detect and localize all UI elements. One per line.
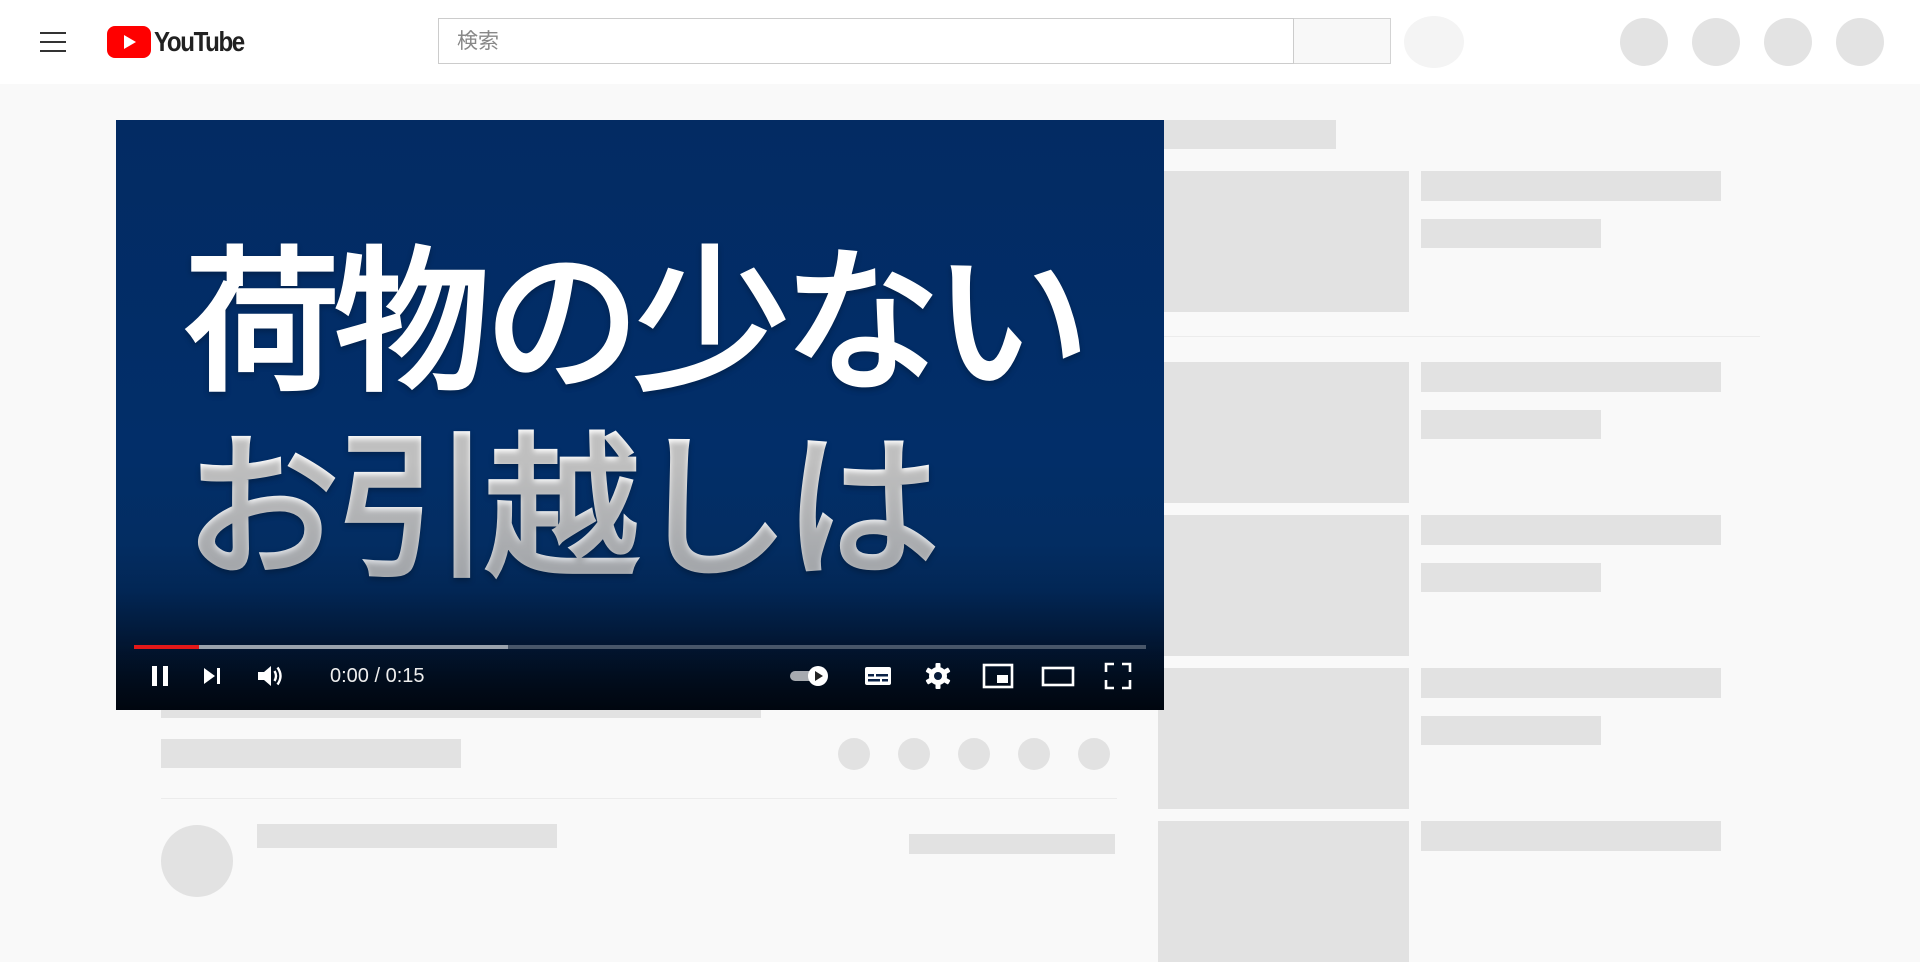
volume-icon[interactable] bbox=[252, 658, 288, 694]
guide-menu-button[interactable] bbox=[38, 28, 68, 56]
sidebar-header-skeleton bbox=[1160, 120, 1336, 149]
masthead: YouTube bbox=[0, 0, 1920, 84]
like-button-skeleton[interactable] bbox=[838, 738, 870, 770]
notifications-button[interactable] bbox=[1764, 18, 1812, 66]
youtube-logo[interactable]: YouTube bbox=[107, 26, 258, 58]
next-icon[interactable] bbox=[194, 658, 230, 694]
related-meta-skeleton bbox=[1421, 410, 1601, 439]
video-player[interactable]: 荷物の少ない お引越しは 0:00 / 0:15 bbox=[116, 120, 1164, 710]
progress-played bbox=[134, 645, 199, 649]
logo-text: YouTube bbox=[154, 26, 245, 57]
fullscreen-icon[interactable] bbox=[1100, 658, 1136, 694]
view-count-skeleton bbox=[161, 739, 461, 768]
related-title-skeleton bbox=[1421, 362, 1721, 392]
related-meta-skeleton bbox=[1421, 219, 1601, 248]
time-current: 0:00 bbox=[330, 665, 369, 687]
search-input[interactable] bbox=[439, 19, 1293, 63]
avatar[interactable] bbox=[1836, 18, 1884, 66]
pause-icon[interactable] bbox=[142, 658, 178, 694]
menu-icon-bar-bottom bbox=[40, 50, 66, 52]
miniplayer-icon[interactable] bbox=[980, 658, 1016, 694]
overlay-text-line-1: 荷物の少ない bbox=[184, 232, 1090, 414]
related-thumbnail-skeleton[interactable] bbox=[1158, 171, 1409, 312]
related-thumbnail-skeleton[interactable] bbox=[1158, 362, 1409, 503]
search-button[interactable] bbox=[1294, 18, 1391, 64]
sidebar-divider bbox=[1160, 336, 1760, 337]
voice-search-button[interactable] bbox=[1404, 16, 1464, 68]
related-thumbnail-skeleton[interactable] bbox=[1158, 821, 1409, 962]
settings-icon[interactable] bbox=[920, 658, 956, 694]
related-title-skeleton bbox=[1421, 821, 1721, 851]
subscribe-button-skeleton[interactable] bbox=[909, 834, 1115, 854]
related-meta-skeleton bbox=[1421, 563, 1601, 592]
overlay-text-line-2: お引越しは bbox=[184, 416, 1084, 602]
apps-button[interactable] bbox=[1692, 18, 1740, 66]
video-overlay-text: 荷物の少ない お引越しは bbox=[184, 230, 1090, 602]
youtube-play-logo-icon bbox=[107, 26, 151, 58]
dislike-button-skeleton[interactable] bbox=[898, 738, 930, 770]
divider bbox=[161, 798, 1117, 799]
more-actions-button-skeleton[interactable] bbox=[1078, 738, 1110, 770]
related-title-skeleton bbox=[1421, 668, 1721, 698]
subtitles-icon[interactable] bbox=[860, 658, 896, 694]
progress-bar[interactable] bbox=[134, 645, 1146, 649]
channel-name-skeleton bbox=[257, 824, 557, 848]
autoplay-toggle-icon[interactable] bbox=[788, 658, 832, 694]
menu-icon-bar-middle bbox=[40, 41, 66, 43]
search-box bbox=[438, 18, 1294, 64]
related-thumbnail-skeleton[interactable] bbox=[1158, 515, 1409, 656]
related-meta-skeleton bbox=[1421, 716, 1601, 745]
related-title-skeleton bbox=[1421, 515, 1721, 545]
time-separator: / bbox=[368, 665, 386, 687]
save-button-skeleton[interactable] bbox=[1018, 738, 1050, 770]
related-title-skeleton bbox=[1421, 171, 1721, 201]
related-thumbnail-skeleton[interactable] bbox=[1158, 668, 1409, 809]
create-button[interactable] bbox=[1620, 18, 1668, 66]
menu-icon-bar-top bbox=[40, 32, 66, 34]
theater-mode-icon[interactable] bbox=[1040, 658, 1076, 694]
time-display: 0:00 / 0:15 bbox=[330, 664, 425, 688]
share-button-skeleton[interactable] bbox=[958, 738, 990, 770]
time-duration: 0:15 bbox=[385, 665, 425, 687]
channel-avatar-skeleton bbox=[161, 825, 233, 897]
